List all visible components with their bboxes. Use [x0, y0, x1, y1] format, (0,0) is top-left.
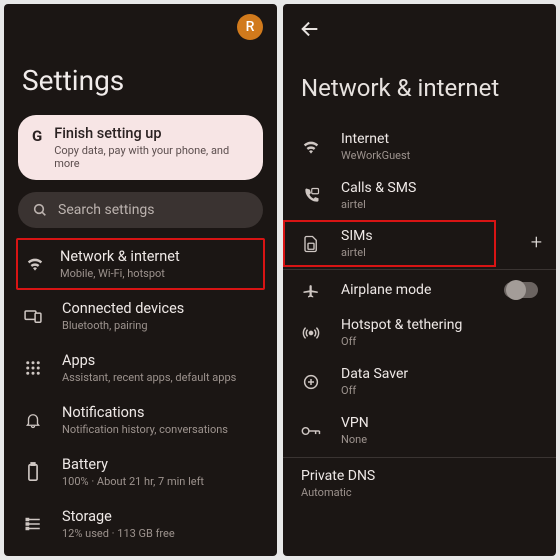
- row-connected-devices[interactable]: Connected devices Bluetooth, pairing: [4, 290, 277, 342]
- row-sims[interactable]: SIMs airtel: [283, 220, 496, 267]
- row-subtitle: airtel: [341, 246, 373, 259]
- profile-avatar[interactable]: R: [237, 14, 263, 40]
- page-title: Network & internet: [283, 40, 556, 122]
- row-subtitle: 12% used · 113 GB free: [62, 527, 175, 540]
- row-subtitle: Off: [341, 335, 462, 348]
- hotspot-icon: [301, 324, 321, 342]
- row-title: Storage: [62, 508, 175, 525]
- row-title: Internet: [341, 131, 410, 147]
- sim-icon: [301, 235, 321, 253]
- card-subtitle: Copy data, pay with your phone, and more: [54, 144, 249, 170]
- airplane-icon: [301, 281, 321, 299]
- row-title: Connected devices: [62, 300, 184, 317]
- finish-setup-card[interactable]: G Finish setting up Copy data, pay with …: [18, 115, 263, 180]
- row-title: Private DNS: [301, 468, 538, 484]
- search-icon: [32, 202, 48, 218]
- row-title: SIMs: [341, 228, 373, 244]
- wifi-icon: [24, 254, 46, 274]
- airplane-mode-toggle[interactable]: [504, 282, 538, 298]
- vpn-key-icon: [301, 424, 321, 438]
- row-subtitle: None: [341, 433, 369, 446]
- search-placeholder: Search settings: [58, 202, 155, 218]
- row-title: Battery: [62, 456, 204, 473]
- apps-grid-icon: [22, 359, 44, 377]
- row-airplane-mode[interactable]: Airplane mode: [283, 272, 556, 308]
- row-subtitle: 100% · About 21 hr, 7 min left: [62, 475, 204, 488]
- divider: [283, 457, 556, 458]
- card-title: Finish setting up: [54, 125, 249, 142]
- avatar-letter: R: [246, 19, 255, 35]
- google-g-icon: G: [32, 127, 42, 145]
- row-hotspot[interactable]: Hotspot & tethering Off: [283, 308, 556, 357]
- row-title: Network & internet: [60, 248, 180, 265]
- row-calls-sms[interactable]: Calls & SMS airtel: [283, 171, 556, 220]
- devices-icon: [22, 306, 44, 326]
- row-title: Data Saver: [341, 366, 408, 382]
- row-subtitle: Off: [341, 384, 408, 397]
- divider: [283, 269, 556, 270]
- page-title: Settings: [4, 40, 277, 115]
- row-title: Apps: [62, 352, 236, 369]
- row-title: Calls & SMS: [341, 180, 416, 196]
- row-network-internet[interactable]: Network & internet Mobile, Wi-Fi, hotspo…: [16, 238, 265, 290]
- row-notifications[interactable]: Notifications Notification history, conv…: [4, 394, 277, 446]
- storage-icon: [22, 515, 44, 533]
- row-subtitle: Mobile, Wi-Fi, hotspot: [60, 267, 180, 280]
- back-arrow-icon[interactable]: [299, 18, 321, 40]
- row-subtitle: WeWorkGuest: [341, 149, 410, 162]
- bell-icon: [22, 411, 44, 429]
- battery-icon: [22, 462, 44, 482]
- row-subtitle: Assistant, recent apps, default apps: [62, 371, 236, 384]
- row-subtitle: Automatic: [301, 486, 538, 499]
- row-title: Airplane mode: [341, 282, 431, 298]
- row-data-saver[interactable]: Data Saver Off: [283, 357, 556, 406]
- row-title: VPN: [341, 415, 369, 431]
- row-subtitle: Notification history, conversations: [62, 423, 228, 436]
- row-private-dns[interactable]: Private DNS Automatic: [283, 460, 556, 511]
- search-settings[interactable]: Search settings: [18, 192, 263, 228]
- row-vpn[interactable]: VPN None: [283, 406, 556, 455]
- row-apps[interactable]: Apps Assistant, recent apps, default app…: [4, 342, 277, 394]
- add-sim-button[interactable]: +: [531, 230, 542, 254]
- row-internet[interactable]: Internet WeWorkGuest: [283, 122, 556, 171]
- row-subtitle: airtel: [341, 198, 416, 211]
- row-subtitle: Bluetooth, pairing: [62, 319, 184, 332]
- row-battery[interactable]: Battery 100% · About 21 hr, 7 min left: [4, 446, 277, 498]
- row-title: Notifications: [62, 404, 228, 421]
- row-title: Hotspot & tethering: [341, 317, 462, 333]
- row-storage[interactable]: Storage 12% used · 113 GB free: [4, 498, 277, 550]
- network-internet-screen: Network & internet Internet WeWorkGuest …: [283, 4, 556, 556]
- settings-screen: R Settings G Finish setting up Copy data…: [4, 4, 277, 556]
- data-saver-icon: [301, 373, 321, 391]
- wifi-icon: [301, 137, 321, 157]
- phone-sms-icon: [301, 187, 321, 205]
